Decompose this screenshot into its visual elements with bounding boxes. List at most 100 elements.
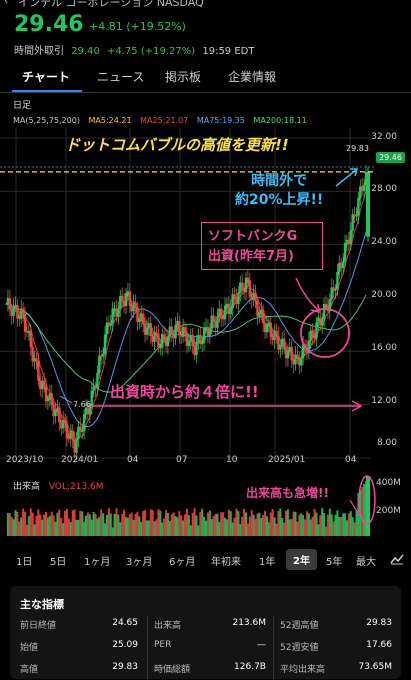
volume-bar: [302, 515, 305, 536]
volume-bar: [323, 512, 326, 536]
range-ytd[interactable]: 年初来: [211, 553, 241, 568]
range-1d[interactable]: 1日: [16, 553, 32, 568]
range-1y[interactable]: 1年: [259, 553, 275, 568]
volume-bar: [199, 512, 202, 536]
stat-value: 213.6M: [232, 618, 266, 628]
candle-body: [282, 338, 286, 349]
volume-bar: [176, 517, 179, 536]
stat-value: —: [257, 640, 266, 650]
back-arrow-icon[interactable]: ‹: [4, 0, 8, 7]
candle-body: [357, 197, 360, 216]
price-change: +4.81 (+19.52%): [89, 20, 186, 33]
range-1m[interactable]: 1ヶ月: [84, 553, 110, 568]
candle-body: [79, 426, 82, 432]
volume-bar: [69, 521, 72, 536]
volume-bar: [52, 515, 55, 536]
candle-body: [353, 214, 356, 216]
volume-bar: [142, 511, 145, 536]
volume-bar: [39, 514, 42, 536]
volume-bar: [317, 524, 320, 536]
volume-bar: [45, 511, 47, 536]
volume-bar: [298, 514, 301, 536]
volume-bar: [144, 510, 147, 536]
volume-bar: [100, 509, 103, 536]
tab-news[interactable]: ニュース: [97, 68, 144, 85]
volume-bar: [290, 518, 293, 536]
candle-body: [343, 242, 347, 262]
volume-bar: [345, 520, 348, 536]
after-hours-change: +4.75 (+19.27%): [107, 46, 196, 57]
range-5y[interactable]: 5年: [326, 553, 342, 568]
stat-label: 出来高: [154, 621, 182, 631]
volume-bar: [239, 524, 242, 536]
range-max[interactable]: 最大: [356, 553, 376, 568]
stat-value: 126.7B: [234, 662, 266, 672]
tab-chart[interactable]: チャート: [22, 68, 70, 85]
candle-body: [98, 355, 101, 373]
price-chart[interactable]: [0, 128, 411, 468]
current-price: 29.46: [14, 12, 84, 37]
volume-bar: [130, 512, 133, 536]
volume-bar: [35, 515, 38, 536]
volume-bar: [260, 518, 263, 536]
candle-body: [21, 308, 25, 314]
candle-body: [37, 361, 40, 381]
candle-body: [153, 332, 156, 342]
tab-board[interactable]: 掲示板: [165, 68, 201, 85]
stat-label: 52週安値: [280, 643, 319, 653]
range-5d[interactable]: 5日: [50, 553, 66, 568]
candle-body: [35, 358, 38, 362]
volume-bar: [246, 523, 249, 536]
volume-bar: [330, 514, 333, 536]
volume-bar: [71, 510, 74, 536]
volume-bar: [98, 516, 101, 536]
ma75-value: MA75:19.35: [196, 116, 245, 125]
stats-divider: [273, 616, 274, 680]
volume-bar: [201, 508, 204, 536]
candle-body: [286, 350, 290, 359]
softbank-arrow: [295, 277, 319, 311]
volume-bar: [344, 513, 347, 536]
range-6m[interactable]: 6ヶ月: [169, 553, 195, 568]
volume-bar: [205, 520, 207, 536]
volume-bar: [342, 513, 345, 536]
volume-bar: [102, 513, 105, 536]
range-3m[interactable]: 3ヶ月: [126, 553, 152, 568]
key-stats-panel: 主な指標 前日終値 24.65 出来高 213.6M 52週高値 29.83 始…: [10, 586, 401, 680]
candle-body: [75, 438, 78, 453]
volume-bar: [24, 511, 27, 536]
volume-bar: [279, 508, 282, 536]
volume-bar: [140, 522, 143, 536]
volume-bar: [105, 514, 108, 536]
volume-bar: [319, 515, 322, 536]
candle-body: [223, 305, 227, 320]
volume-bar: [119, 522, 122, 536]
candle-body: [246, 277, 250, 281]
chart-style-icon[interactable]: [390, 553, 404, 565]
x-tick-label: 07: [176, 455, 188, 465]
candle-body: [229, 308, 232, 314]
tab-company-info[interactable]: 企業情報: [228, 68, 276, 85]
candle-body: [195, 341, 198, 356]
volume-bar: [117, 514, 120, 536]
volume-bar: [109, 513, 112, 536]
volume-bar: [20, 517, 23, 536]
x-tick-label: 04: [127, 455, 139, 465]
y-tick-label: 20.00: [371, 290, 397, 300]
volume-bar: [338, 516, 341, 536]
volume-bar: [166, 512, 169, 536]
volume-bar: [153, 521, 156, 536]
volume-chart: [6, 475, 376, 536]
candle-body: [82, 414, 86, 432]
candle-body: [138, 321, 141, 323]
volume-bar: [363, 484, 366, 536]
candle-body: [202, 327, 206, 343]
stat-label: 時価総額: [154, 665, 191, 675]
dotcom-annotation: ドットコムバブルの高値を更新!!: [65, 136, 289, 154]
volume-bar: [115, 508, 118, 536]
candle-body: [324, 304, 328, 306]
range-2y[interactable]: 2年: [286, 549, 317, 570]
volume-bar: [281, 518, 284, 536]
ma-legend: MA(5,25,75,200) MA5:24.21 MA25:21.07 MA7…: [13, 116, 313, 125]
volume-bar: [64, 510, 67, 536]
